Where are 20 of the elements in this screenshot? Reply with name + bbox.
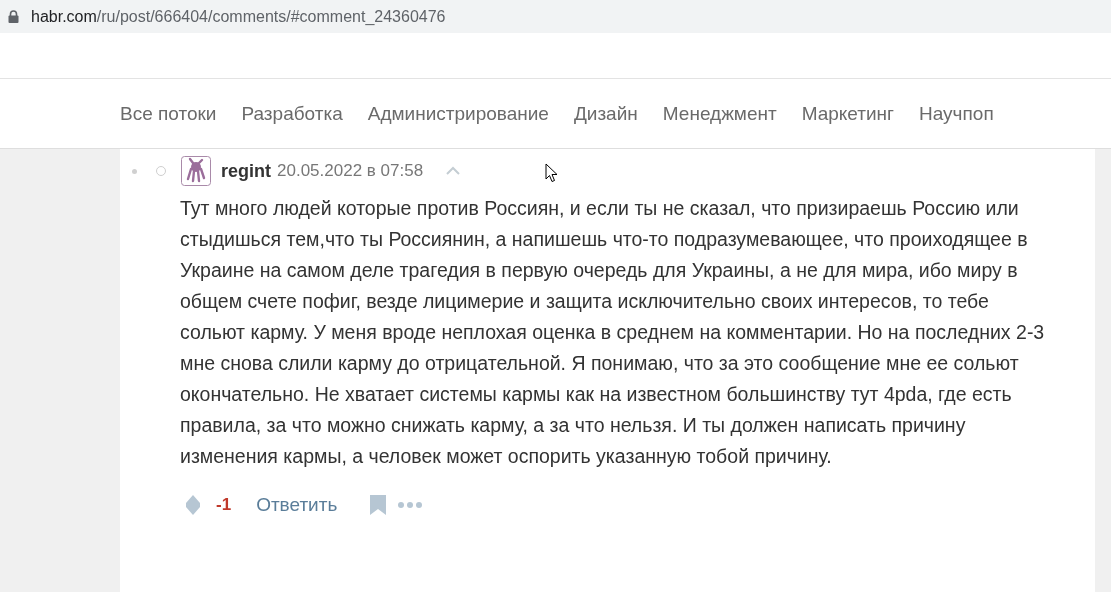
lock-icon xyxy=(8,10,19,23)
reply-link[interactable]: Ответить xyxy=(256,494,338,516)
nav-link[interactable]: Администрирование xyxy=(367,102,549,125)
diamond-icon[interactable] xyxy=(186,495,200,515)
avatar-icon xyxy=(181,156,211,186)
comment-score: -1 xyxy=(216,495,232,515)
dot-icon xyxy=(132,168,137,174)
comment-date[interactable]: 20.05.2022 в 07:58 xyxy=(277,161,424,181)
author-name[interactable]: regint xyxy=(221,160,271,182)
nav-link[interactable]: Научпоп xyxy=(919,102,994,125)
caret-icon[interactable] xyxy=(445,166,462,176)
more-icon[interactable] xyxy=(398,502,423,508)
bookmark-icon[interactable] xyxy=(370,495,387,515)
nav-link[interactable]: Все потоки xyxy=(120,102,217,125)
nav-link[interactable]: Разработка xyxy=(241,102,343,125)
nav-link[interactable]: Дизайн xyxy=(573,102,638,125)
comment-text: Тут много людей которые против Россиян, и если ты не сказал, что призираешь Россию или стыдишься тем,что ты Россиянин, а напишешь что-то подразумевающее, что проиходящее в Украине на самом деле трагедия в первую очередь для Украины, а не для мира, ибо миру в общем счете пофиг, везде лицимерие и защита исключительно своих интересов, то тебе сольют карму. У меня вроде неплохая оценка в среднем на комментарии. Но на последних 2-3 мне снова слили карму до отрицательной. Я понимаю, что за это сообщение мне ее сольют окончательно. Не хватает системы кармы как на известном большинству тут 4pda, где есть правила, за что можно снижать карму, а за что нельзя. И ты должен написать причину изменения кармы, а человек может оспорить указанную тобой причину. xyxy=(180,196,1046,469)
nav-link[interactable]: Менеджмент xyxy=(662,102,777,125)
nav-link[interactable]: Маркетинг xyxy=(801,102,895,125)
cursor-icon xyxy=(545,163,558,183)
